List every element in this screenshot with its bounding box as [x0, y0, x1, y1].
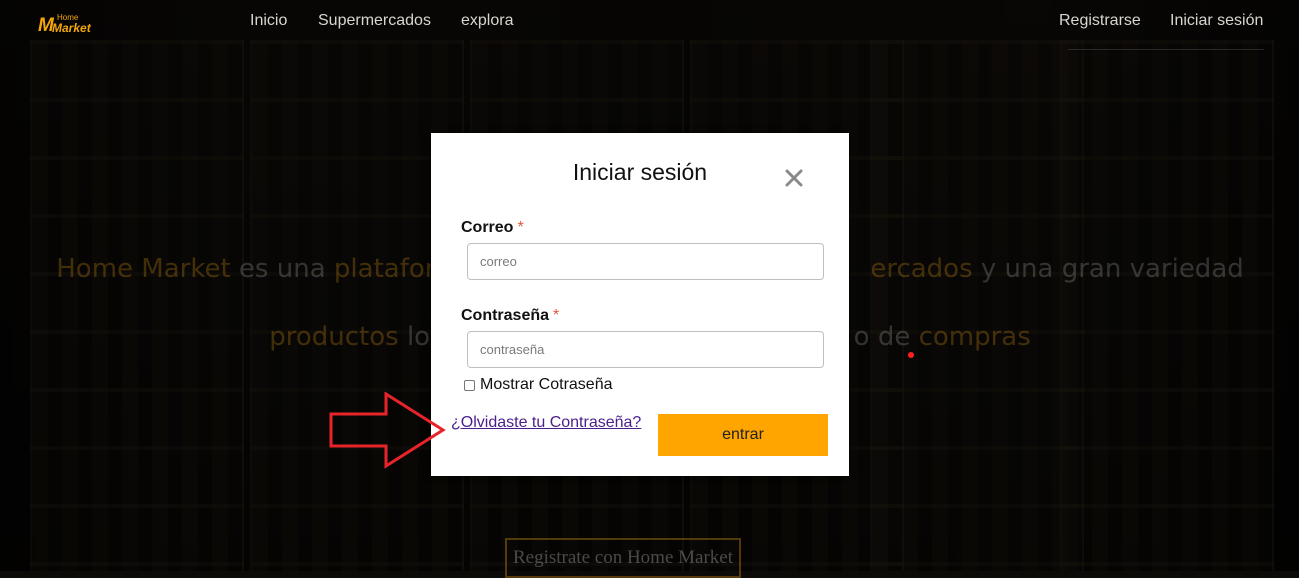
nav-link-explora[interactable]: explora — [461, 12, 513, 30]
password-input[interactable] — [467, 331, 824, 368]
nav-link-iniciar-sesion[interactable]: Iniciar sesión — [1170, 12, 1263, 30]
register-cta-button[interactable]: Registrate con Home Market — [505, 538, 741, 578]
login-modal: Iniciar sesión Correo* Contraseña* Mostr… — [431, 133, 849, 476]
show-password-label[interactable]: Mostrar Cotraseña — [480, 376, 613, 394]
show-password-checkbox[interactable] — [464, 379, 475, 391]
hero-brand: Home Market — [56, 254, 231, 284]
hero-text-segment: o de — [853, 322, 919, 352]
email-label-text: Correo — [461, 219, 514, 236]
arrow-right-icon — [328, 391, 448, 477]
nav-link-registrarse[interactable]: Registrarse — [1059, 12, 1141, 30]
forgot-password-link[interactable]: ¿Olvidaste tu Contraseña? — [451, 414, 641, 432]
cursor-dot — [908, 352, 914, 358]
show-password-row: Mostrar Cotraseña — [464, 376, 613, 394]
hero-highlight: ercados — [870, 254, 973, 284]
required-mark: * — [517, 219, 524, 236]
email-label: Correo * — [461, 219, 524, 237]
nav-link-supermercados[interactable]: Supermercados — [318, 12, 431, 30]
password-label: Contraseña * — [461, 307, 559, 325]
hero-highlight: productos — [269, 322, 399, 352]
submit-button[interactable]: entrar — [658, 414, 828, 456]
email-input[interactable] — [467, 243, 824, 280]
hero-highlight: compras — [918, 322, 1031, 352]
required-mark: * — [553, 307, 560, 324]
nav-underline — [1068, 49, 1264, 50]
password-label-text: Contraseña — [461, 307, 550, 324]
navbar: M Home Market Inicio Supermercados explo… — [0, 0, 1299, 50]
close-icon[interactable] — [783, 167, 805, 189]
logo[interactable]: M Home Market — [38, 13, 98, 36]
logo-market-text: Market — [52, 21, 91, 35]
hero-text-segment: es una — [230, 254, 334, 284]
nav-link-inicio[interactable]: Inicio — [250, 12, 287, 30]
